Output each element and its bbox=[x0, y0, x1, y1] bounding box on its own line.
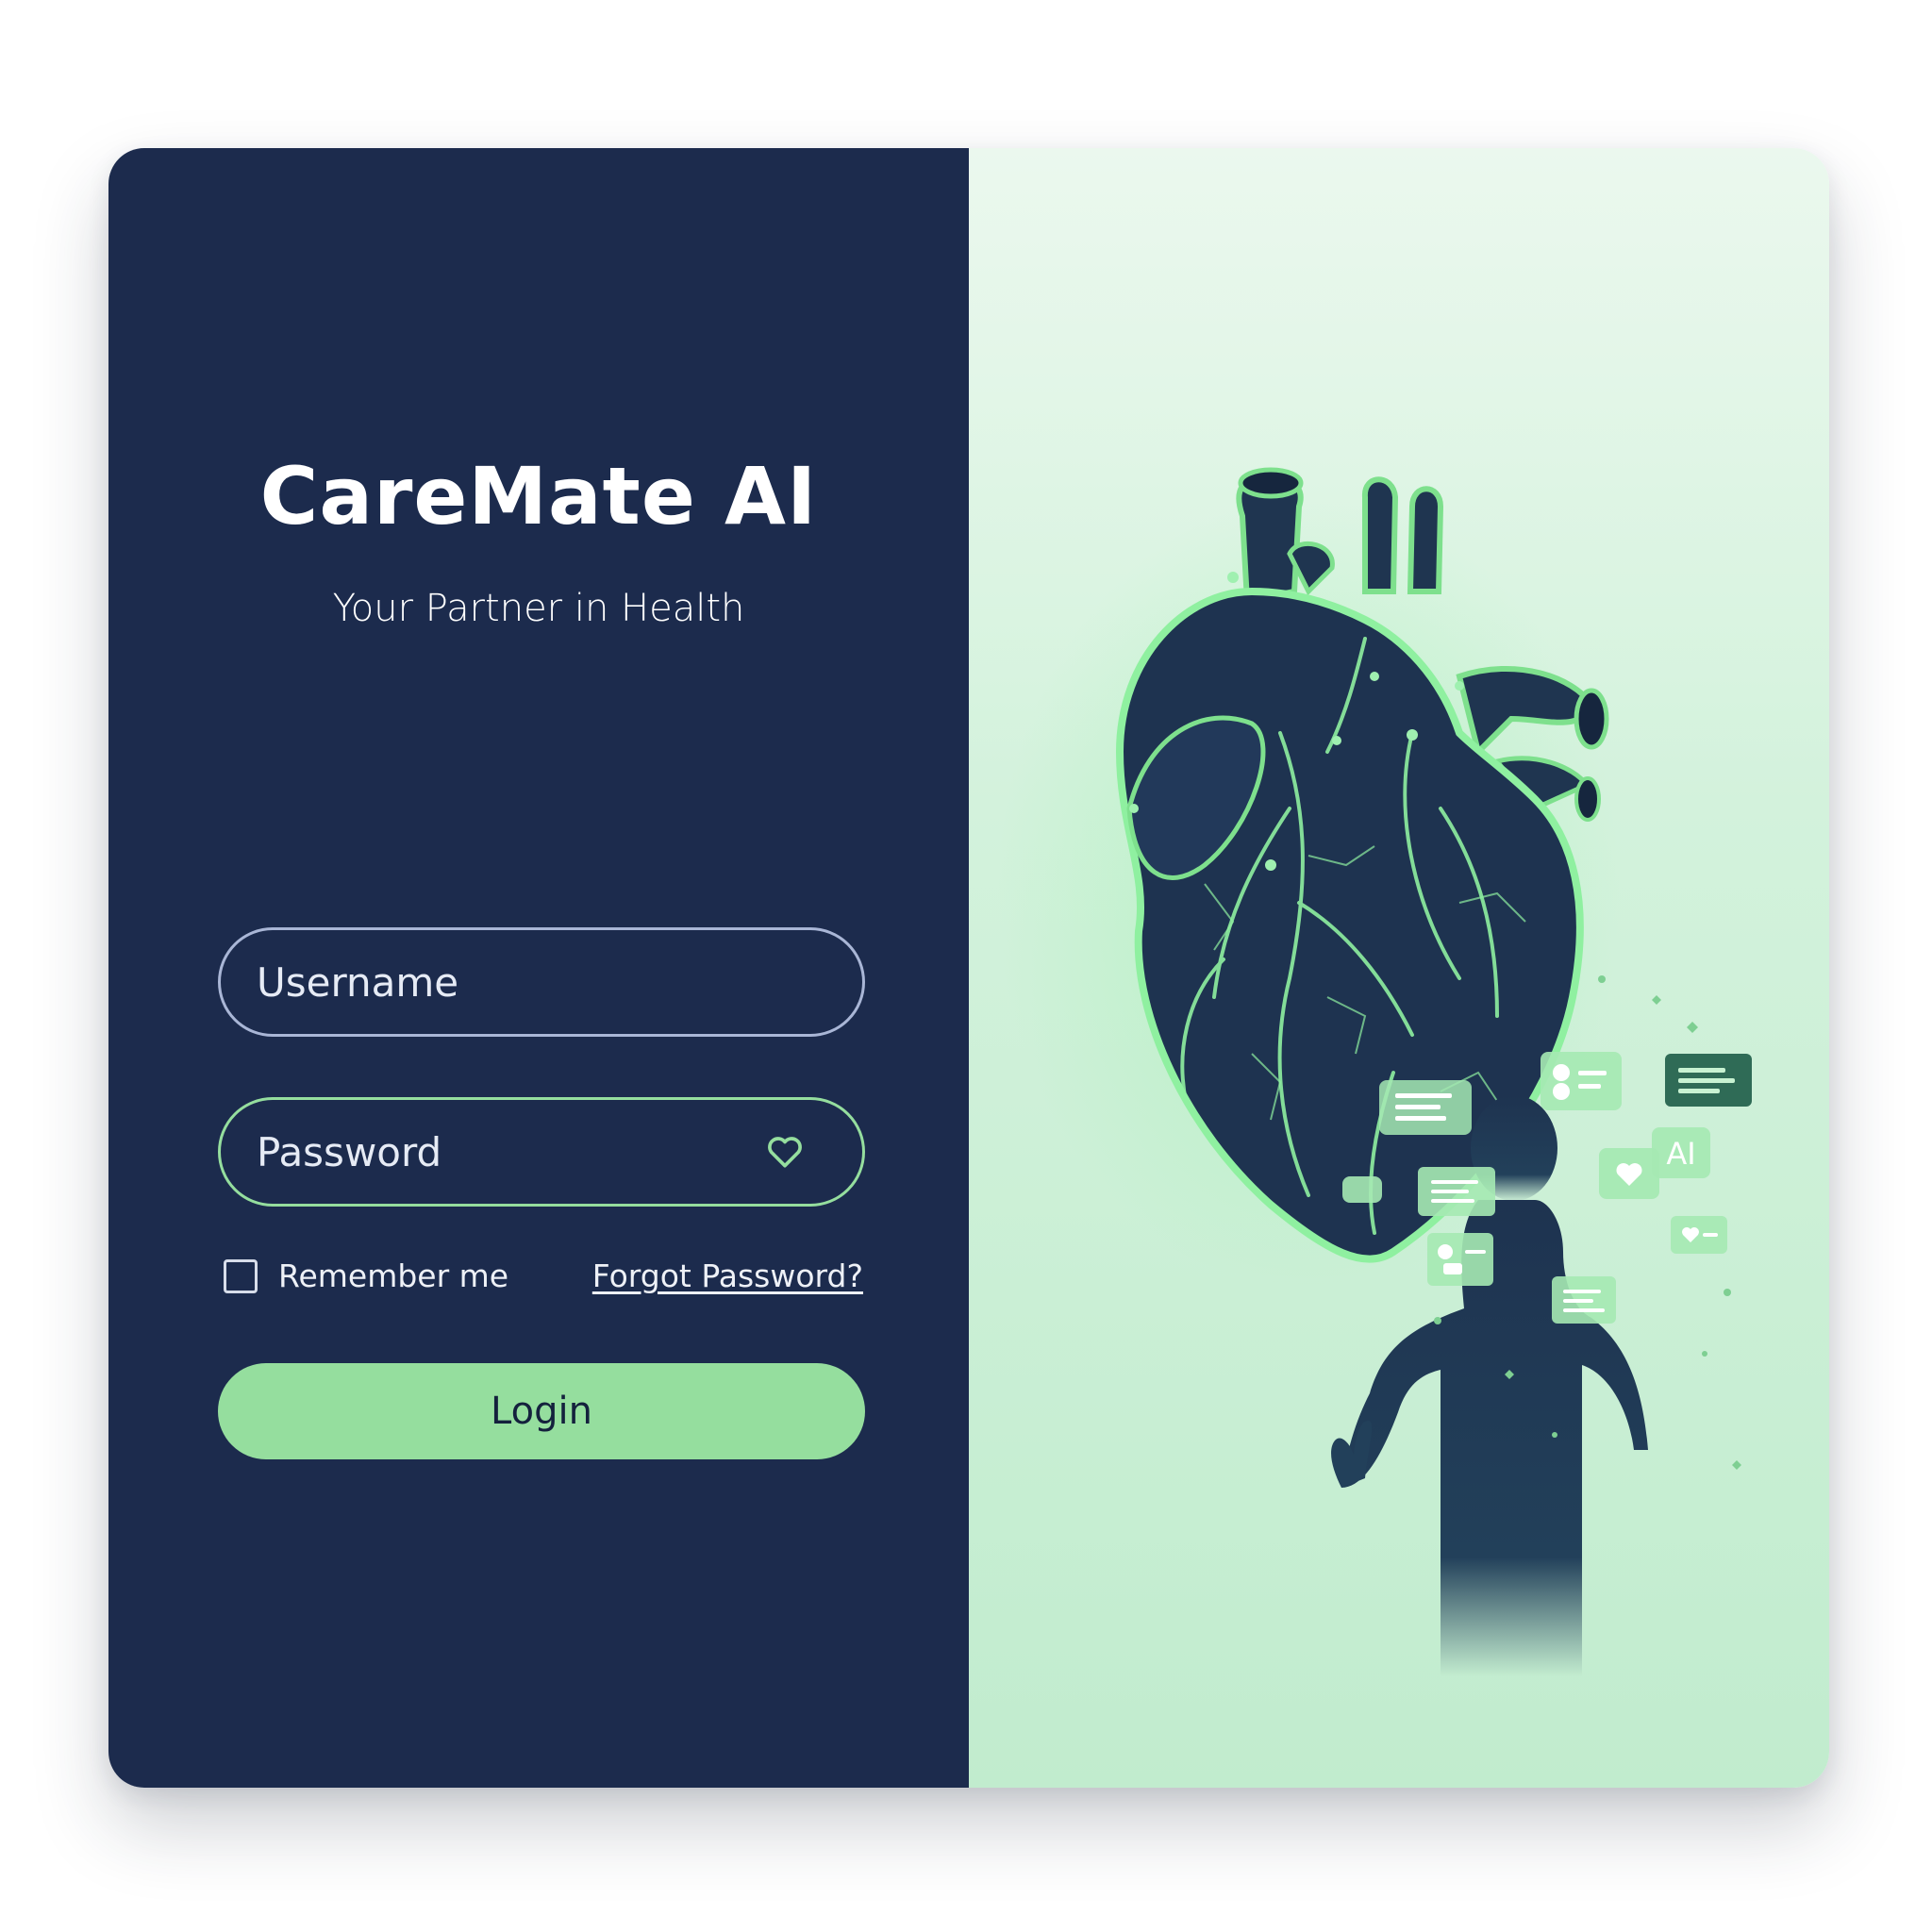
chat-bubble-icon bbox=[1552, 1276, 1616, 1324]
remember-me-row[interactable]: Remember me bbox=[224, 1257, 508, 1294]
profile-card-icon bbox=[1541, 1052, 1622, 1110]
username-field[interactable] bbox=[218, 927, 865, 1037]
chat-bubble-icon bbox=[1379, 1080, 1472, 1135]
login-button[interactable]: Login bbox=[218, 1363, 865, 1459]
ai-badge: AI bbox=[1652, 1127, 1710, 1178]
password-field[interactable] bbox=[218, 1097, 865, 1207]
chat-bubble-icon bbox=[1418, 1167, 1495, 1216]
app-title: CareMate AI bbox=[259, 450, 818, 542]
remember-me-checkbox[interactable] bbox=[224, 1258, 258, 1293]
heart-icon[interactable] bbox=[764, 1131, 806, 1173]
profile-card-icon bbox=[1427, 1233, 1493, 1286]
remember-me-label[interactable]: Remember me bbox=[278, 1257, 508, 1294]
heart-badge-icon bbox=[1671, 1216, 1727, 1254]
username-input[interactable] bbox=[257, 958, 824, 1006]
app-subtitle: Your Partner in Health bbox=[332, 587, 745, 630]
login-panel: CareMate AI Your Partner in Health Remem… bbox=[108, 148, 969, 1788]
document-card-icon bbox=[1665, 1054, 1752, 1107]
login-card: CareMate AI Your Partner in Health Remem… bbox=[108, 148, 1829, 1788]
password-input[interactable] bbox=[257, 1128, 764, 1175]
health-illustration: AI bbox=[997, 467, 1752, 1676]
heart-badge-icon bbox=[1599, 1148, 1659, 1199]
forgot-password-link[interactable]: Forgot Password? bbox=[592, 1257, 863, 1294]
chat-bubble-icon bbox=[1342, 1176, 1382, 1203]
illustration-panel: AI bbox=[969, 148, 1829, 1788]
ai-badge-text: AI bbox=[1666, 1136, 1695, 1172]
